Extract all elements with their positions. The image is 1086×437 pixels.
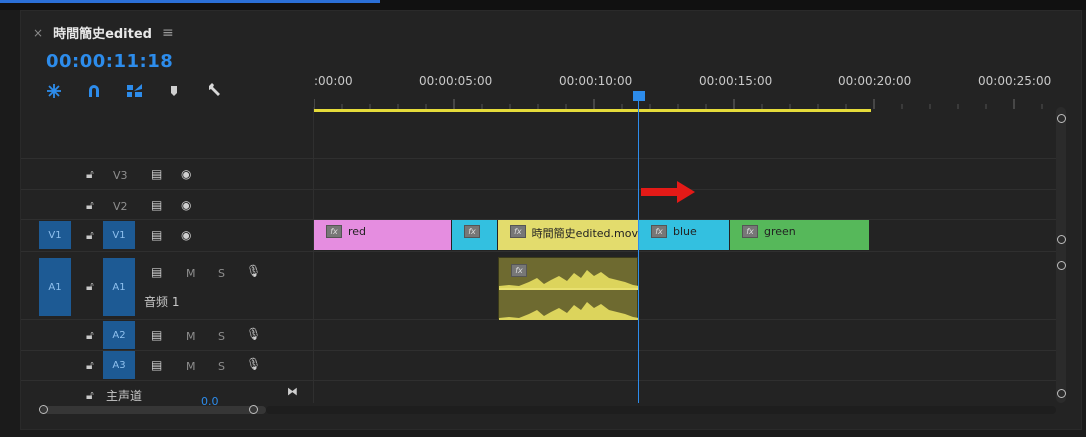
lock-icon[interactable]: 🔓︎ bbox=[86, 358, 94, 373]
scroll-handle-icon[interactable] bbox=[1057, 261, 1066, 270]
sync-lock-icon[interactable]: ▤ bbox=[151, 265, 162, 279]
sync-lock-icon[interactable]: ▤ bbox=[151, 358, 162, 372]
row-separator bbox=[21, 350, 1061, 351]
clip-name: blue bbox=[673, 225, 697, 238]
microphone-icon[interactable]: 🎙︎ bbox=[246, 264, 261, 278]
fx-badge: fx bbox=[651, 225, 667, 238]
row-separator bbox=[21, 158, 1061, 159]
lock-icon[interactable]: 🔓︎ bbox=[86, 388, 94, 403]
sequence-name: 時間簡史edited bbox=[53, 27, 152, 42]
work-area-bar[interactable] bbox=[314, 109, 871, 112]
track-name-v3[interactable]: V3 bbox=[113, 169, 128, 182]
playhead-timecode[interactable]: 00:00:11:18 bbox=[46, 51, 173, 72]
vertical-scrollbar[interactable] bbox=[1056, 107, 1066, 403]
zoom-scrollbar-track bbox=[266, 406, 1056, 414]
scroll-handle-icon[interactable] bbox=[1057, 235, 1066, 244]
fx-badge: fx bbox=[464, 225, 480, 238]
eye-icon[interactable]: ◉ bbox=[181, 167, 191, 181]
solo-button[interactable]: S bbox=[218, 267, 225, 280]
audio-track-label: 音频 1 bbox=[144, 295, 180, 309]
scroll-handle-icon[interactable] bbox=[1057, 389, 1066, 398]
fx-badge: fx bbox=[326, 225, 342, 238]
playhead-line[interactable] bbox=[638, 101, 639, 403]
mute-button[interactable]: M bbox=[186, 330, 196, 343]
ruler-label: :00:00 bbox=[314, 74, 353, 88]
mute-button[interactable]: M bbox=[186, 267, 196, 280]
sync-lock-icon[interactable]: ▤ bbox=[151, 198, 162, 212]
lock-icon[interactable]: 🔓︎ bbox=[86, 279, 94, 294]
panel-menu-icon[interactable]: ≡ bbox=[162, 25, 174, 41]
ruler-label: 00:00:05:00 bbox=[419, 74, 493, 88]
microphone-icon[interactable]: 🎙︎ bbox=[246, 327, 261, 341]
mute-button[interactable]: M bbox=[186, 360, 196, 373]
fx-badge: fx bbox=[742, 225, 758, 238]
ripple-icon[interactable] bbox=[46, 81, 86, 101]
eye-icon[interactable]: ◉ bbox=[181, 198, 191, 212]
row-separator bbox=[21, 251, 1061, 252]
sequence-tab[interactable]: × 時間簡史edited ≡ bbox=[33, 23, 174, 43]
lock-icon[interactable]: 🔓︎ bbox=[86, 328, 94, 343]
lock-icon[interactable]: 🔓︎ bbox=[86, 228, 94, 243]
clip-green[interactable]: fx green bbox=[730, 220, 869, 250]
ruler-label: 00:00:15:00 bbox=[699, 74, 773, 88]
track-target-a1[interactable]: A1 bbox=[103, 258, 135, 316]
marker-icon[interactable] bbox=[166, 81, 206, 101]
fx-badge: fx bbox=[510, 225, 526, 238]
master-track-label: 主声道 bbox=[106, 389, 143, 403]
track-target-v1[interactable]: V1 bbox=[103, 221, 135, 249]
ruler-ticks bbox=[314, 99, 1043, 109]
sync-lock-icon[interactable]: ▤ bbox=[151, 167, 162, 181]
zoom-handle-left-icon[interactable] bbox=[39, 405, 48, 414]
track-target-a3[interactable]: A3 bbox=[103, 351, 135, 379]
source-patch-a1[interactable]: A1 bbox=[39, 258, 71, 316]
clip-name: 時間簡史edited.mov bbox=[531, 227, 638, 240]
clip-blue[interactable]: fx blue bbox=[639, 220, 729, 250]
active-tab-indicator bbox=[0, 0, 380, 3]
playhead-handle[interactable] bbox=[633, 91, 645, 101]
close-tab-icon[interactable]: × bbox=[33, 26, 43, 40]
solo-button[interactable]: S bbox=[218, 330, 225, 343]
zoom-scrollbar[interactable] bbox=[41, 406, 266, 414]
eye-icon[interactable]: ◉ bbox=[181, 228, 191, 242]
timeline-panel: × 時間簡史edited ≡ 00:00:11:18 :00:00 00:00:… bbox=[20, 10, 1082, 430]
wrench-icon[interactable] bbox=[206, 81, 246, 101]
ruler-label: 00:00:20:00 bbox=[838, 74, 912, 88]
red-arrow-annotation bbox=[641, 181, 695, 203]
ruler-label: 00:00:10:00 bbox=[559, 74, 633, 88]
clip-transition[interactable]: fx bbox=[452, 220, 497, 250]
clip-name: red bbox=[348, 225, 367, 238]
scroll-handle-icon[interactable] bbox=[1057, 114, 1066, 123]
clip-name: green bbox=[764, 225, 796, 238]
lock-icon[interactable]: 🔓︎ bbox=[86, 167, 94, 182]
header-divider bbox=[313, 107, 314, 403]
track-target-a2[interactable]: A2 bbox=[103, 321, 135, 349]
linked-selection-icon[interactable] bbox=[126, 81, 166, 101]
go-to-in-out-icon[interactable]: ⧓ bbox=[287, 385, 298, 398]
magnet-icon[interactable] bbox=[86, 81, 126, 101]
timeline-toolbar bbox=[46, 81, 246, 101]
track-name-v2[interactable]: V2 bbox=[113, 200, 128, 213]
ruler-label: 00:00:25:00 bbox=[978, 74, 1052, 88]
sync-lock-icon[interactable]: ▤ bbox=[151, 328, 162, 342]
row-separator bbox=[21, 189, 1061, 190]
solo-button[interactable]: S bbox=[218, 360, 225, 373]
row-separator bbox=[21, 380, 1061, 381]
audio-clip[interactable]: fx bbox=[498, 257, 639, 320]
sync-lock-icon[interactable]: ▤ bbox=[151, 228, 162, 242]
clip-red[interactable]: fx red bbox=[314, 220, 451, 250]
clip-edited-mov[interactable]: fx 時間簡史edited.mov bbox=[498, 220, 638, 250]
zoom-handle-right-icon[interactable] bbox=[249, 405, 258, 414]
source-patch-v1[interactable]: V1 bbox=[39, 221, 71, 249]
microphone-icon[interactable]: 🎙︎ bbox=[246, 357, 261, 371]
audio-waveform bbox=[499, 270, 639, 320]
time-ruler[interactable]: :00:00 00:00:05:00 00:00:10:00 00:00:15:… bbox=[314, 41, 1064, 116]
lock-icon[interactable]: 🔓︎ bbox=[86, 198, 94, 213]
